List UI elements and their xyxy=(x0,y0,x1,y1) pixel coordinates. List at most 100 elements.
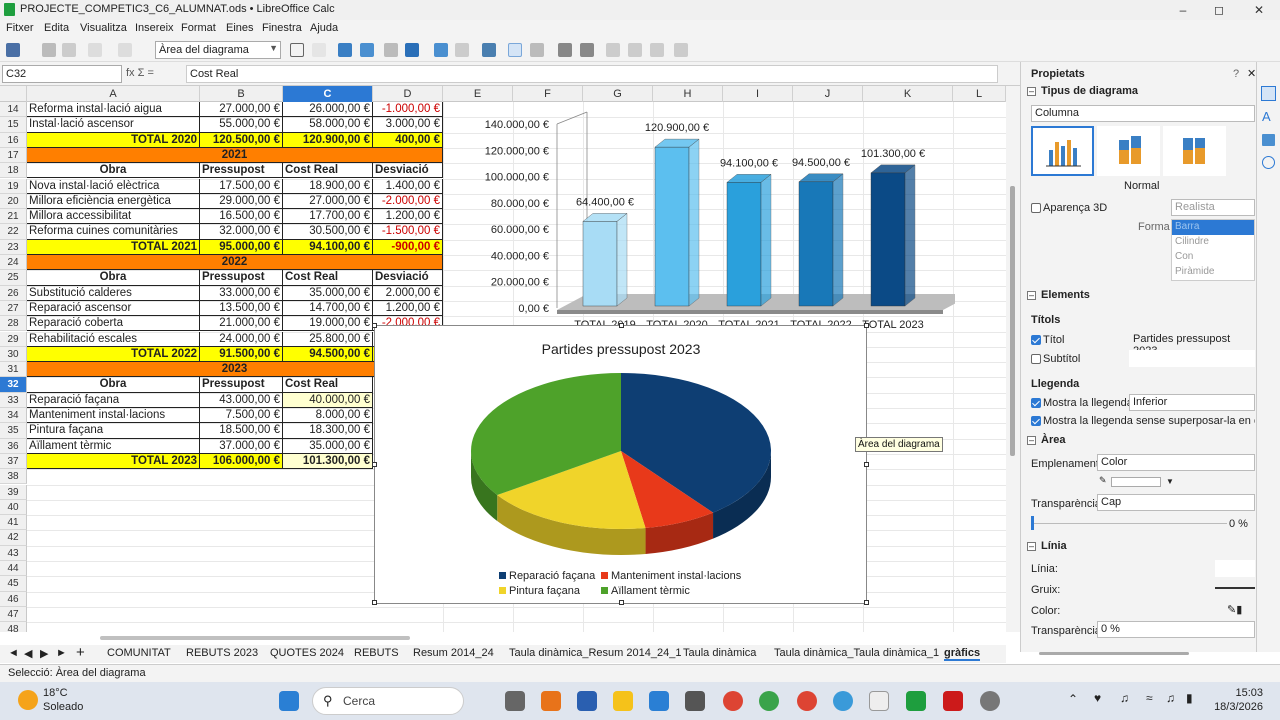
row-header-27[interactable]: 27 xyxy=(0,300,27,317)
cell[interactable]: 35.000,00 € xyxy=(283,285,373,301)
cell[interactable]: 33.000,00 € xyxy=(200,285,283,301)
shape-option-bar[interactable]: Barra xyxy=(1172,220,1254,235)
cell[interactable]: Obra xyxy=(27,377,200,393)
vertical-grids-icon[interactable] xyxy=(580,43,594,57)
cell[interactable]: 14.700,00 € xyxy=(283,300,373,317)
cell[interactable]: 94.100,00 € xyxy=(283,239,373,255)
menu-ajuda[interactable]: Ajuda xyxy=(310,22,338,34)
row-header-14[interactable]: 14 xyxy=(0,102,27,118)
prev-sheet-icon[interactable]: ◀ xyxy=(24,647,32,660)
column-header-i[interactable]: I xyxy=(723,86,793,102)
cell[interactable]: Cost Real xyxy=(283,270,373,286)
row-header-24[interactable]: 24 xyxy=(0,255,27,271)
column-header-g[interactable]: G xyxy=(583,86,653,102)
column-header-c[interactable]: C xyxy=(283,86,373,102)
shape-option-cone[interactable]: Con xyxy=(1172,250,1196,263)
column-chart[interactable]: 0,00 € 20.000,00 € 40.000,00 € 60.000,00 € 8… xyxy=(445,102,955,330)
redo-icon[interactable] xyxy=(118,43,132,57)
row-header-46[interactable]: 46 xyxy=(0,591,27,607)
column-header-h[interactable]: H xyxy=(653,86,723,102)
row-header-32[interactable]: 32 xyxy=(0,377,27,393)
security-icon[interactable]: ♥ xyxy=(1094,691,1101,705)
row-header-20[interactable]: 20 xyxy=(0,193,27,210)
legend-position-select[interactable]: Inferior xyxy=(1129,394,1255,411)
cell[interactable]: 18.300,00 € xyxy=(283,423,373,439)
column-header-e[interactable]: E xyxy=(443,86,513,102)
cell[interactable]: 24.000,00 € xyxy=(200,331,283,347)
cell[interactable]: 91.500,00 € xyxy=(200,346,283,363)
legend-icon[interactable] xyxy=(530,43,544,57)
cell[interactable]: 35.000,00 € xyxy=(283,438,373,454)
cell[interactable]: Reparació ascensor xyxy=(27,300,200,317)
tab-taula-dinamica-taula[interactable]: Taula dinàmica_Taula dinàmica_1 xyxy=(774,647,939,659)
shape-option-cylinder[interactable]: Cilindre xyxy=(1172,235,1212,248)
legend-on-off-icon[interactable] xyxy=(508,43,522,57)
last-sheet-icon[interactable]: ► xyxy=(56,647,67,659)
cell[interactable]: Reforma cuines comunitàries xyxy=(27,224,200,240)
cell[interactable]: Pressupost xyxy=(200,270,283,286)
tab-comunitat[interactable]: COMUNITAT xyxy=(107,647,171,659)
properties-deck-icon[interactable] xyxy=(1261,86,1276,101)
chrome-icon[interactable] xyxy=(797,691,817,711)
taskbar-search[interactable]: ⚲ Cerca xyxy=(312,687,464,715)
tab-taula-dinamica-resum[interactable]: Taula dinàmica_Resum 2014_24_1 xyxy=(509,647,681,659)
cell[interactable]: 43.000,00 € xyxy=(200,392,283,408)
cell[interactable]: 58.000,00 € xyxy=(283,117,373,133)
print-icon[interactable] xyxy=(62,43,76,57)
menu-eines[interactable]: Eines xyxy=(226,22,254,34)
cell[interactable]: 2022 xyxy=(27,255,443,271)
row-header-36[interactable]: 36 xyxy=(0,438,27,454)
row-header-44[interactable]: 44 xyxy=(0,561,27,577)
vlc-icon[interactable] xyxy=(541,691,561,711)
menu-finestra[interactable]: Finestra xyxy=(262,22,302,34)
resize-handle[interactable] xyxy=(864,462,869,467)
cell[interactable]: Cost Real xyxy=(283,163,373,179)
vertical-scroll-thumb[interactable] xyxy=(1010,186,1015,456)
column-header-f[interactable]: F xyxy=(513,86,583,102)
row-header-17[interactable]: 17 xyxy=(0,147,27,164)
cell[interactable]: 101.300,00 € xyxy=(283,453,373,470)
line-transparency-input[interactable]: 0 % xyxy=(1097,621,1255,638)
pie-chart-area[interactable]: Partides pressupost 2023 Reparació façana… xyxy=(372,323,869,605)
column-header-l[interactable]: L xyxy=(953,86,1006,102)
sidebar-close-icon[interactable]: ✕ xyxy=(1247,67,1256,80)
row-header-22[interactable]: 22 xyxy=(0,224,27,240)
cell[interactable]: Reforma instal·lació aigua xyxy=(27,102,200,118)
menu-visualitza[interactable]: Visualitza xyxy=(80,22,127,34)
help-icon[interactable]: ? xyxy=(1233,68,1239,80)
add-sheet-icon[interactable]: + xyxy=(76,644,85,661)
resize-handle[interactable] xyxy=(619,600,624,605)
row-header-35[interactable]: 35 xyxy=(0,423,27,439)
cell[interactable]: Substitució calderes xyxy=(27,285,200,301)
cell[interactable]: 1.200,00 € xyxy=(373,300,443,317)
undo-icon[interactable] xyxy=(88,43,102,57)
cell[interactable]: Nova instal·lació elèctrica xyxy=(27,178,200,194)
app-icon[interactable] xyxy=(577,691,597,711)
cell[interactable]: Cost Real xyxy=(283,377,373,393)
row-header-23[interactable]: 23 xyxy=(0,239,27,255)
fill-select[interactable]: Color xyxy=(1097,454,1255,471)
windows-start-icon[interactable] xyxy=(279,691,299,711)
cell[interactable]: 32.000,00 € xyxy=(200,224,283,240)
cell[interactable]: 3.000,00 € xyxy=(373,117,443,133)
cell[interactable]: 27.000,00 € xyxy=(200,102,283,118)
cell[interactable]: TOTAL 2023 xyxy=(27,453,200,470)
cell[interactable]: Desviació xyxy=(373,270,443,286)
cell[interactable]: Rehabilitació escales xyxy=(27,331,200,347)
save-icon[interactable] xyxy=(6,43,20,57)
cell[interactable]: 7.500,00 € xyxy=(200,408,283,424)
formula-input[interactable]: Cost Real xyxy=(186,65,998,83)
chart-type-icon[interactable] xyxy=(338,43,352,57)
line-width-select[interactable] xyxy=(1215,587,1255,589)
chart-area-icon[interactable] xyxy=(360,43,374,57)
tab-rebuts-2023[interactable]: REBUTS 2023 xyxy=(186,647,258,659)
chart-type-select[interactable]: Columna xyxy=(1031,105,1255,122)
line-section-header[interactable]: – Línia xyxy=(1027,539,1257,555)
horizontal-scroll-thumb[interactable] xyxy=(100,636,410,640)
export-pdf-icon[interactable] xyxy=(42,43,56,57)
cell[interactable]: 2.000,00 € xyxy=(373,285,443,301)
subtitle-input[interactable] xyxy=(1129,350,1255,367)
cell[interactable]: 2021 xyxy=(27,147,443,164)
tab-resum-2014-24[interactable]: Resum 2014_24 xyxy=(413,647,494,659)
text-icon[interactable] xyxy=(312,43,326,57)
